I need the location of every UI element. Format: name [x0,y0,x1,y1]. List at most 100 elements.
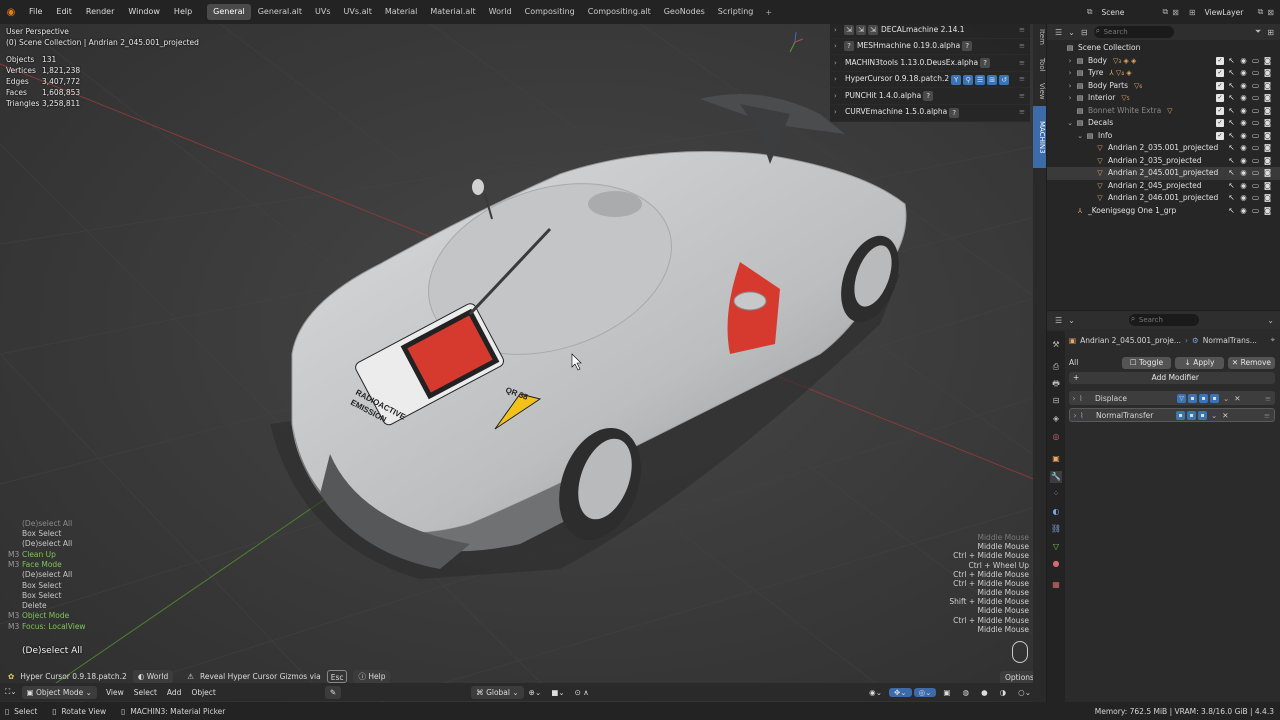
select-arrow-icon[interactable]: ↖ [1227,67,1236,80]
addon-tool-icon[interactable]: ⊞ [987,74,998,85]
eye-icon[interactable]: ◉ [1239,92,1248,105]
remove-button[interactable]: ✕ Remove [1227,356,1275,369]
outliner-row[interactable]: ▽ Andrian 2_045_projected ↖ ◉ ▭ ◙ [1047,180,1280,193]
eye-icon[interactable]: ◉ [1239,205,1248,218]
properties-options-icon[interactable]: ⌄ [1267,316,1274,325]
eye-icon[interactable]: ◉ [1239,80,1248,93]
help-icon[interactable]: ? [923,91,934,102]
scene-props-icon[interactable]: ◈ [1050,413,1062,425]
chevron-right-icon[interactable]: › [1065,92,1075,105]
monitor-icon[interactable]: ▭ [1251,155,1260,168]
camera-icon[interactable]: ◙ [1263,167,1272,180]
sidebar-tab-machin3[interactable]: MACHIN3 [1033,106,1046,168]
drag-handle-icon[interactable]: ≡ [1019,88,1025,105]
addon-tool-icon[interactable]: ⇲ [856,24,866,35]
addon-tool-icon[interactable]: ⚲ [963,74,974,85]
add-modifier-button[interactable]: + Add Modifier [1069,372,1275,384]
addon-tool-icon[interactable]: ↺ [999,74,1010,85]
addon-tool-icon[interactable]: ? [844,41,854,52]
drag-handle-icon[interactable]: ≡ [1019,104,1025,121]
object-props-icon[interactable]: ▣ [1050,453,1062,465]
camera-icon[interactable]: ◙ [1263,205,1272,218]
close-icon[interactable]: ✕ [1234,394,1240,403]
chevron-right-icon[interactable]: › [834,88,842,105]
monitor-icon[interactable]: ▭ [1251,92,1260,105]
header-menu-object[interactable]: Object [186,688,220,697]
pin-icon[interactable]: ⌖ [1271,335,1275,345]
outliner-row[interactable]: ⌄ ▤ Info ✓ ↖ ◉ ▭ ◙ [1047,130,1280,143]
constraints-icon[interactable]: ⛓ [1050,523,1062,535]
addon-panel-row[interactable]: › HyperCursor 0.9.18.patch.2 Y ⚲ ☰ ⊞ ↺ ≡ [830,71,1030,89]
overlay-icon[interactable]: ◎⌄ [913,687,937,697]
gizmo-icon[interactable]: ✥⌄ [889,687,912,697]
workspace-tab-compositing[interactable]: Compositing [519,4,581,20]
monitor-icon[interactable]: ▭ [1251,142,1260,155]
camera-icon[interactable]: ◙ [1263,67,1272,80]
camera-icon[interactable]: ◙ [1263,192,1272,205]
camera-icon[interactable]: ◙ [1263,92,1272,105]
select-arrow-icon[interactable]: ↖ [1227,80,1236,93]
help-icon[interactable]: ? [962,41,973,52]
workspace-tab-uvs-alt[interactable]: UVs.alt [338,4,378,20]
outliner-row[interactable]: › ▤ Tyre ⅄ ▽₄ ◈ ✓ ↖ ◉ ▭ ◙ [1047,67,1280,80]
scene-icon[interactable]: ⧉ [1087,7,1093,17]
new-viewlayer-icon[interactable]: ⧉ [1258,7,1264,17]
sidebar-tab-view[interactable]: View [1033,79,1046,104]
menu-render[interactable]: Render [79,0,121,24]
select-arrow-icon[interactable]: ↖ [1227,92,1236,105]
workspace-tab-material-alt[interactable]: Material.alt [424,4,481,20]
exclude-checkbox[interactable]: ✓ [1216,81,1224,90]
select-arrow-icon[interactable]: ↖ [1227,167,1236,180]
snap-icon[interactable]: ■⌄ [546,688,569,697]
monitor-icon[interactable]: ▭ [1251,105,1260,118]
mode-selector[interactable]: ▣ Object Mode ⌄ [21,685,97,699]
eye-icon[interactable]: ◉ [1239,167,1248,180]
outliner-row[interactable]: ⌄ ▤ Decals ✓ ↖ ◉ ▭ ◙ [1047,117,1280,130]
render-toggle-icon[interactable]: ▪ [1210,393,1219,403]
outliner-search-input[interactable]: Search [1093,25,1174,38]
data-icon[interactable]: ▽ [1050,541,1062,553]
eyedropper-icon[interactable]: ✎ [324,685,342,699]
3d-viewport[interactable]: RADIOACTIVE EMISSION QR 38 User Perspect… [0,24,1046,702]
monitor-icon[interactable]: ▭ [1251,55,1260,68]
exclude-checkbox[interactable]: ✓ [1216,119,1224,128]
exclude-checkbox[interactable]: ✓ [1216,106,1224,115]
eye-icon[interactable]: ◉ [1239,192,1248,205]
solid-shading-icon[interactable]: ● [976,688,993,697]
header-menu-view[interactable]: View [101,688,129,697]
eye-icon[interactable]: ◉ [1239,67,1248,80]
editor-type-icon[interactable]: ☰ [1055,28,1062,37]
outliner-row[interactable]: › ▤ Body ▽₃ ◈ ◈ ✓ ↖ ◉ ▭ ◙ [1047,55,1280,68]
eye-icon[interactable]: ◉ [1239,142,1248,155]
camera-icon[interactable]: ◙ [1263,105,1272,118]
cage-icon[interactable]: ▽ [1177,393,1186,403]
workspace-tab-geonodes[interactable]: GeoNodes [658,4,711,20]
outliner-row[interactable]: ▽ Andrian 2_035_projected ↖ ◉ ▭ ◙ [1047,155,1280,168]
apply-button[interactable]: ↓ Apply [1174,356,1224,369]
select-arrow-icon[interactable]: ↖ [1227,205,1236,218]
camera-icon[interactable]: ◙ [1263,80,1272,93]
eye-icon[interactable]: ◉ [1239,155,1248,168]
exclude-checkbox[interactable]: ✓ [1216,94,1224,103]
realtime-icon[interactable]: ▪ [1199,393,1208,403]
help-icon[interactable]: ? [980,57,991,68]
addon-panel-row[interactable]: › ⇲ ⇲ ⇲ DECALmachine 2.14.1 ≡ [830,22,1030,39]
rendered-shading-icon[interactable]: ○⌄ [1013,688,1036,697]
close-icon[interactable]: ✕ [1222,411,1228,420]
monitor-icon[interactable]: ▭ [1251,130,1260,143]
chevron-right-icon[interactable]: › [1065,80,1075,93]
sidebar-tab-tool[interactable]: Tool [1033,52,1046,77]
dropdown-icon[interactable]: ⌄ [1223,394,1229,403]
addon-tool-icon[interactable]: ⇲ [844,24,854,35]
eye-icon[interactable]: ◉ [1239,180,1248,193]
select-arrow-icon[interactable]: ↖ [1227,55,1236,68]
help-button[interactable]: ⓘ Help [353,670,391,683]
workspace-tab-material[interactable]: Material [379,4,424,20]
workspace-tab-world[interactable]: World [483,4,518,20]
chevron-down-icon[interactable]: ⌄ [1065,117,1075,130]
delete-scene-icon[interactable]: ⊠ [1172,8,1179,17]
workspace-tab-general[interactable]: General [207,4,251,20]
modifier-name[interactable]: NormalTransfer [1096,411,1174,420]
realtime-icon[interactable]: ▪ [1187,410,1196,420]
viewlayer-selector[interactable]: ViewLayer [1199,5,1254,19]
